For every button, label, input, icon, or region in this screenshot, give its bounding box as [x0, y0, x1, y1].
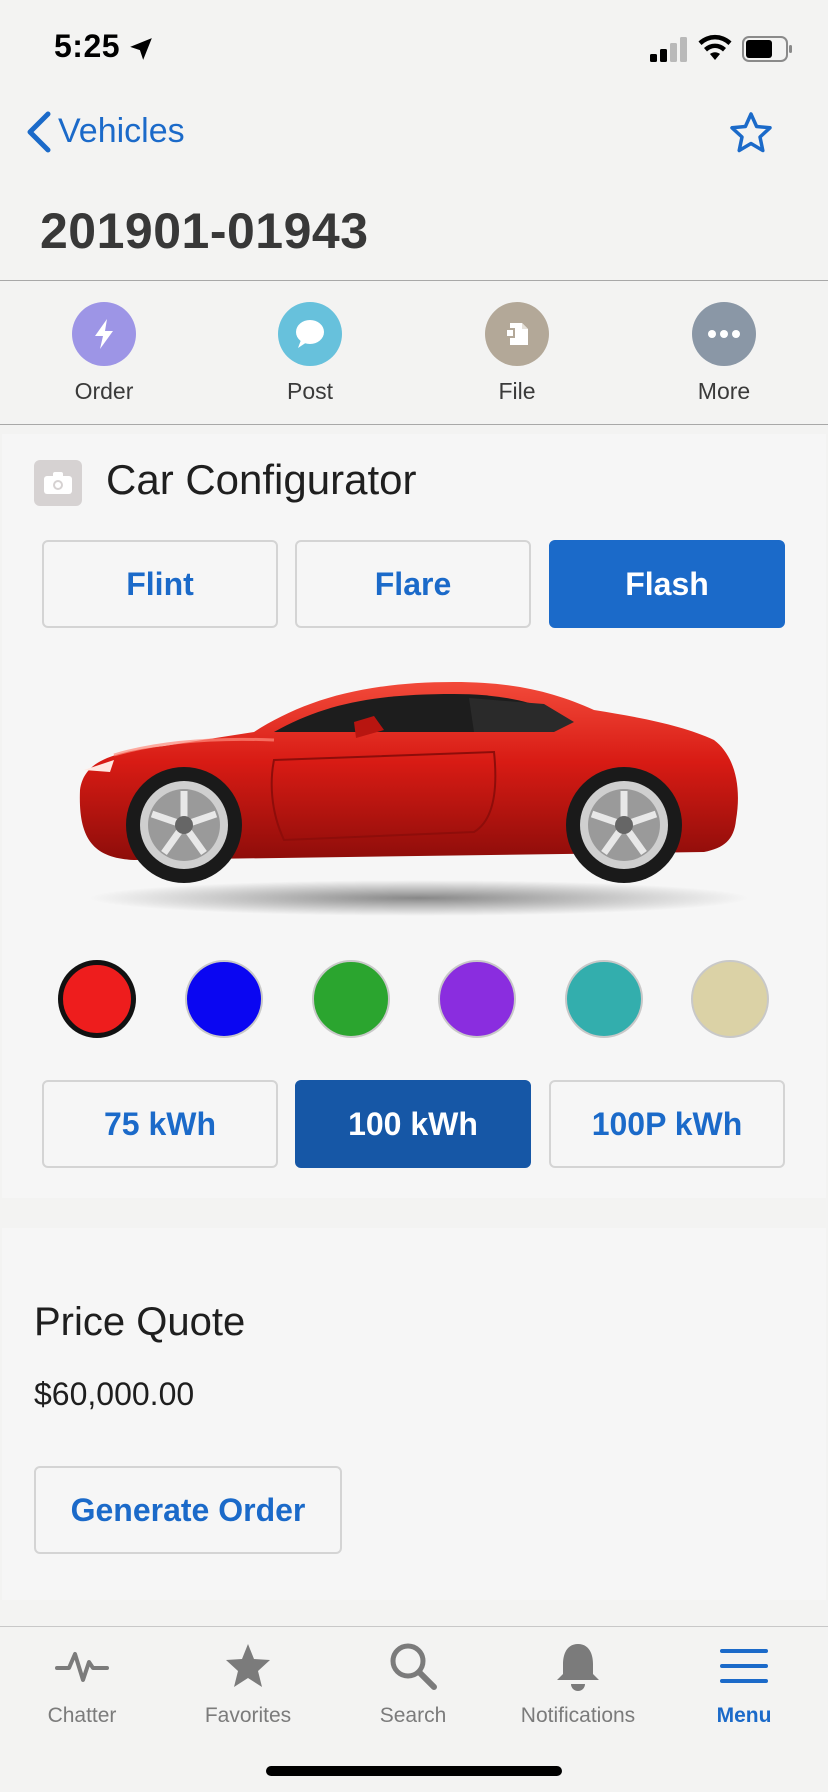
tab-label: Menu — [716, 1704, 772, 1727]
model-button-flint[interactable]: Flint — [42, 540, 278, 628]
battery-button-75[interactable]: 75 kWh — [42, 1080, 278, 1168]
car-image — [79, 682, 749, 916]
tab-label: Notifications — [520, 1704, 636, 1727]
actions-divider — [0, 424, 828, 425]
back-button[interactable]: Vehicles — [58, 112, 185, 151]
color-swatch-green[interactable] — [312, 960, 390, 1038]
wifi-icon — [698, 34, 732, 60]
status-time: 5:25 — [54, 28, 121, 64]
action-label: More — [697, 378, 751, 404]
rear-wheel — [566, 767, 682, 883]
price-value: $60,000.00 — [34, 1376, 195, 1412]
battery-icon — [742, 36, 792, 62]
tab-label: Chatter — [47, 1704, 117, 1727]
home-indicator — [266, 1766, 562, 1776]
chat-bubble-icon — [278, 302, 342, 366]
tab-label: Favorites — [204, 1704, 292, 1727]
color-swatch-purple[interactable] — [438, 960, 516, 1038]
action-post[interactable]: Post — [240, 302, 380, 405]
location-arrow-icon — [130, 38, 152, 60]
color-swatch-teal[interactable] — [565, 960, 643, 1038]
color-swatch-red[interactable] — [58, 960, 136, 1038]
action-more[interactable]: More — [654, 302, 794, 405]
file-icon — [485, 302, 549, 366]
color-swatch-beige[interactable] — [691, 960, 769, 1038]
action-order[interactable]: Order — [34, 302, 174, 405]
front-wheel — [126, 767, 242, 883]
more-icon — [692, 302, 756, 366]
action-label: Post — [286, 378, 334, 404]
battery-button-100[interactable]: 100 kWh — [295, 1080, 531, 1168]
tab-favorites[interactable]: Favorites — [173, 1636, 323, 1728]
pulse-icon — [7, 1636, 157, 1696]
back-chevron-icon[interactable] — [24, 110, 54, 154]
search-icon — [338, 1636, 488, 1696]
price-quote-title: Price Quote — [34, 1300, 246, 1344]
model-button-flash[interactable]: Flash — [549, 540, 785, 628]
tab-menu[interactable]: Menu — [669, 1636, 819, 1728]
bell-icon — [503, 1636, 653, 1696]
tab-search[interactable]: Search — [338, 1636, 488, 1728]
header-divider — [0, 280, 828, 281]
configurator-title: Car Configurator — [106, 456, 417, 503]
generate-order-button[interactable]: Generate Order — [34, 1466, 342, 1554]
lightning-icon — [72, 302, 136, 366]
record-title: 201901-01943 — [40, 203, 369, 259]
hamburger-icon — [669, 1636, 819, 1696]
action-label: File — [498, 378, 536, 404]
tab-notifications[interactable]: Notifications — [503, 1636, 653, 1728]
star-icon — [173, 1636, 323, 1696]
camera-icon — [34, 460, 82, 506]
tab-label: Search — [379, 1704, 447, 1727]
favorite-star-icon[interactable] — [728, 110, 774, 156]
model-button-flare[interactable]: Flare — [295, 540, 531, 628]
color-swatch-blue[interactable] — [185, 960, 263, 1038]
action-file[interactable]: File — [447, 302, 587, 405]
signal-icon — [650, 37, 687, 62]
battery-button-100p[interactable]: 100P kWh — [549, 1080, 785, 1168]
action-label: Order — [74, 378, 134, 404]
tab-chatter[interactable]: Chatter — [7, 1636, 157, 1728]
